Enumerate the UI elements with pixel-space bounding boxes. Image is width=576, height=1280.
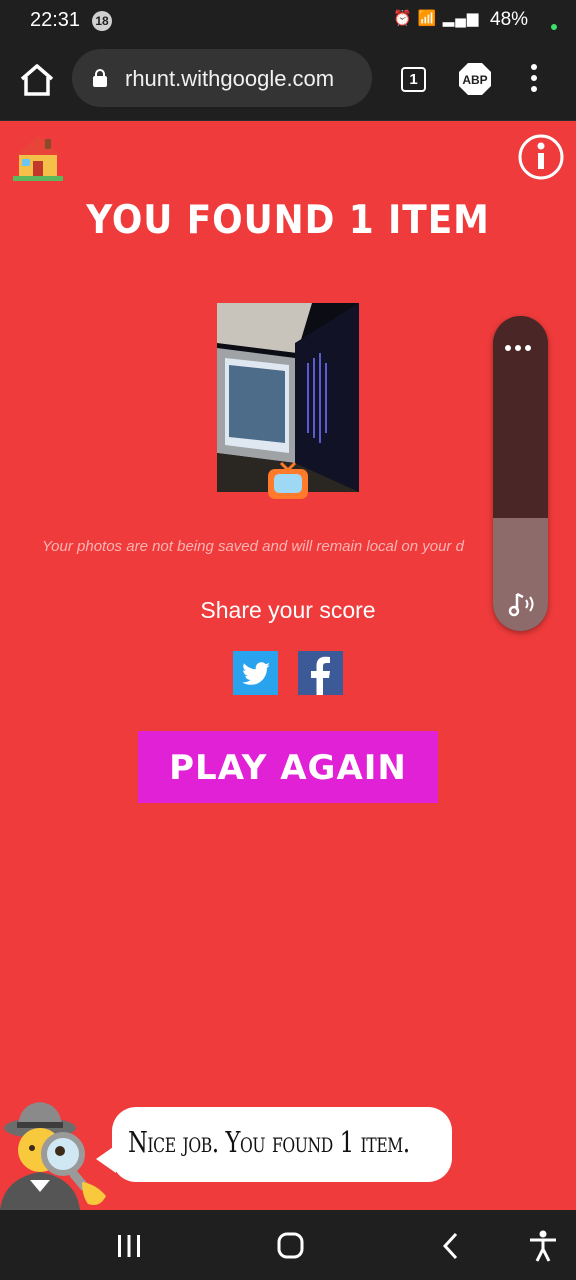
signal-icon: ▂▄▆ [442, 10, 480, 27]
adblock-label: ABP [462, 73, 487, 87]
nav-home-icon[interactable] [277, 1232, 304, 1259]
accessibility-icon[interactable] [528, 1230, 558, 1262]
privacy-indicator-dot [551, 24, 557, 30]
wifi-icon: 📶 [417, 10, 438, 27]
status-bar: 22:31 18 ⏰ 📶 ▂▄▆ 48% [0, 0, 576, 40]
back-icon[interactable] [440, 1232, 462, 1260]
system-nav-bar [0, 1210, 576, 1280]
url-text: rhunt.withgoogle.com [125, 66, 335, 91]
music-note-icon [508, 592, 534, 617]
facebook-icon [311, 656, 330, 695]
volume-slider[interactable] [493, 316, 548, 631]
overflow-menu-icon[interactable] [522, 64, 546, 96]
browser-toolbar: rhunt.withgoogle.com 1 ABP [0, 40, 576, 121]
speech-bubble: Nice job. You found 1 item. [112, 1107, 452, 1182]
share-score-label: Share your score [200, 597, 376, 623]
speech-text: Nice job. You found 1 item. [128, 1125, 410, 1159]
page-title: YOU FOUND 1 ITEM [86, 198, 490, 243]
twitter-icon [242, 662, 270, 685]
status-time: 22:31 [30, 9, 81, 31]
tv-icon [268, 461, 308, 499]
lock-icon [93, 69, 107, 87]
address-bar[interactable]: rhunt.withgoogle.com [72, 49, 372, 107]
status-icons: ⏰ 📶 ▂▄▆ [393, 9, 479, 27]
adblock-icon[interactable]: ABP [458, 62, 492, 96]
alarm-icon: ⏰ [393, 10, 413, 27]
notification-count-badge: 18 [92, 11, 112, 31]
battery-level: 48% [490, 9, 529, 30]
privacy-disclaimer: Your photos are not being saved and will… [42, 538, 464, 555]
facebook-share-button[interactable] [298, 651, 343, 695]
home-icon[interactable] [18, 62, 56, 98]
house-icon[interactable] [13, 133, 63, 181]
tab-switcher-button[interactable]: 1 [401, 67, 426, 92]
twitter-share-button[interactable] [233, 651, 278, 695]
play-again-button[interactable]: PLAY AGAIN [138, 731, 438, 803]
volume-more-options-icon[interactable] [505, 338, 536, 351]
recents-icon[interactable] [116, 1234, 142, 1258]
info-icon[interactable] [517, 133, 565, 181]
